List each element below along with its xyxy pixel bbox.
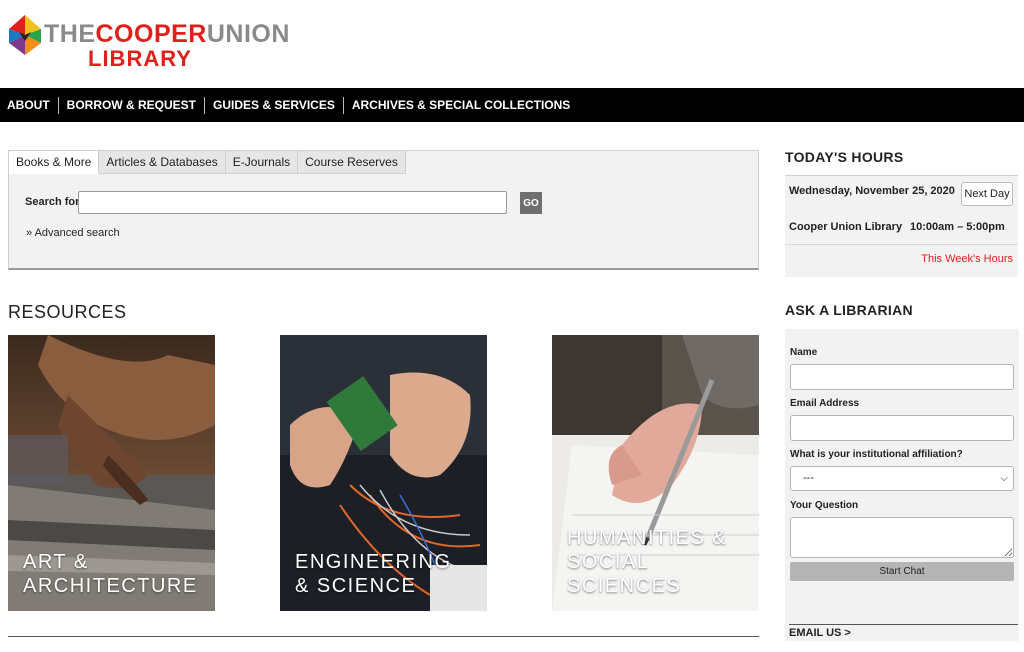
tab-e-journals[interactable]: E-Journals: [225, 151, 299, 174]
logo-wordmark[interactable]: THECOOPERUNION: [44, 20, 290, 48]
name-field[interactable]: [790, 364, 1014, 390]
hours-panel: Wednesday, November 25, 2020 Next Day Co…: [785, 175, 1018, 277]
email-label: Email Address: [790, 398, 860, 409]
search-input[interactable]: [78, 191, 507, 214]
email-us-link[interactable]: EMAIL US >: [789, 624, 1018, 639]
card-title-engineering-science: ENGINEERING & SCIENCE: [295, 550, 452, 598]
go-button[interactable]: GO: [520, 192, 542, 214]
search-tabs: Books & More Articles & Databases E-Jour…: [9, 151, 406, 174]
search-panel: Books & More Articles & Databases E-Jour…: [8, 150, 759, 270]
resource-card-engineering-science[interactable]: ENGINEERING & SCIENCE: [280, 335, 487, 611]
question-label: Your Question: [790, 500, 859, 511]
logo-union: UNION: [206, 20, 290, 48]
email-field[interactable]: [790, 415, 1014, 441]
todays-hours-heading: TODAY'S HOURS: [785, 149, 904, 165]
logo-library[interactable]: LIBRARY: [88, 46, 192, 72]
logo-cooper: COOPER: [95, 20, 207, 48]
tab-articles-databases[interactable]: Articles & Databases: [99, 151, 226, 174]
cooper-union-logo-icon[interactable]: [9, 15, 41, 55]
affiliation-label: What is your institutional affiliation?: [790, 449, 963, 460]
nav-borrow-request[interactable]: BORROW & REQUEST: [59, 96, 206, 114]
this-weeks-hours-link[interactable]: This Week's Hours: [921, 253, 1013, 265]
nav-archives-special-collections[interactable]: ARCHIVES & SPECIAL COLLECTIONS: [344, 97, 578, 114]
logo-the: THE: [44, 20, 96, 48]
site-header: THECOOPERUNION LIBRARY: [0, 0, 1024, 88]
search-label: Search for: [25, 196, 80, 208]
resource-card-humanities-social-sciences[interactable]: HUMANITIES & SOCIAL SCIENCES: [552, 335, 759, 611]
resources-heading: RESOURCES: [8, 302, 127, 322]
question-field[interactable]: [790, 517, 1014, 558]
ask-a-librarian-heading: ASK A LIBRARIAN: [785, 302, 913, 318]
card-line: HUMANITIES &: [567, 527, 728, 549]
hours-divider: [785, 244, 1018, 245]
nav-guides-services[interactable]: GUIDES & SERVICES: [205, 96, 344, 114]
ask-librarian-form: Name Email Address What is your institut…: [785, 329, 1019, 641]
tab-course-reserves[interactable]: Course Reserves: [298, 151, 406, 174]
card-line: SOCIAL SCIENCES: [567, 551, 682, 597]
tab-books-more[interactable]: Books & More: [9, 151, 100, 174]
card-line: ART &: [23, 551, 89, 573]
main-nav: ABOUT BORROW & REQUEST GUIDES & SERVICES…: [0, 88, 1024, 122]
name-label: Name: [790, 347, 818, 358]
affiliation-select[interactable]: --- ⌵: [790, 466, 1014, 491]
content-divider: [8, 636, 759, 637]
hours-location: Cooper Union Library: [789, 221, 903, 233]
start-chat-button[interactable]: Start Chat: [790, 562, 1014, 581]
advanced-search-link[interactable]: » Advanced search: [26, 227, 120, 239]
card-line: ENGINEERING: [295, 551, 452, 573]
nav-about[interactable]: ABOUT: [7, 96, 59, 114]
chevron-down-icon: ⌵: [1000, 473, 1008, 484]
hours-time: 10:00am – 5:00pm: [910, 221, 1005, 233]
hours-date: Wednesday, November 25, 2020: [789, 185, 955, 197]
resource-card-art-architecture[interactable]: ART & ARCHITECTURE: [8, 335, 215, 611]
card-line: & SCIENCE: [295, 575, 417, 597]
card-line: ARCHITECTURE: [23, 575, 198, 597]
affiliation-selected-value: ---: [803, 472, 814, 484]
card-title-art-architecture: ART & ARCHITECTURE: [23, 550, 198, 598]
card-title-humanities-social-sciences: HUMANITIES & SOCIAL SCIENCES: [567, 526, 759, 598]
next-day-button[interactable]: Next Day: [961, 182, 1013, 206]
